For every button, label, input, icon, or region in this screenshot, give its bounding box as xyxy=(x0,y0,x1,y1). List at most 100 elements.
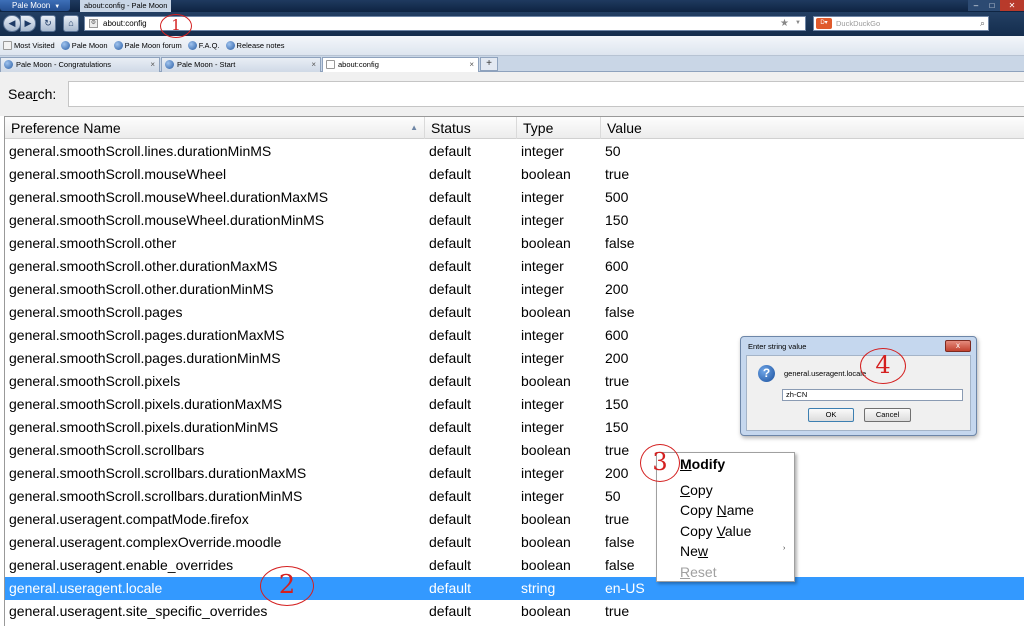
pref-type-cell: boolean xyxy=(521,557,571,573)
table-row[interactable]: general.smoothScroll.mouseWheel default bo… xyxy=(5,163,1024,186)
pref-status-cell: default xyxy=(429,603,472,619)
chevron-down-icon[interactable]: ▼ xyxy=(795,17,801,30)
table-row[interactable]: general.smoothScroll.scrollbars.duration… xyxy=(5,462,1024,485)
menu-item-copy[interactable]: Copy xyxy=(680,482,713,498)
pref-value-cell: 200 xyxy=(605,350,629,366)
menu-item-new[interactable]: New xyxy=(680,543,708,559)
back-button[interactable]: ◀ xyxy=(3,15,21,32)
url-bar[interactable]: ⚙ about:config ★ ▼ xyxy=(84,16,806,31)
app-menu-label: Pale Moon xyxy=(12,1,51,10)
table-row[interactable]: general.smoothScroll.mouseWheel.duration… xyxy=(5,209,1024,232)
table-row[interactable]: general.smoothScroll.scrollbars default bo… xyxy=(5,439,1024,462)
bookmark-pale-moon[interactable]: Pale Moon xyxy=(60,41,108,50)
pref-type-cell: boolean xyxy=(521,442,571,458)
pref-name-cell: general.smoothScroll.scrollbars xyxy=(9,442,205,458)
table-row[interactable]: general.smoothScroll.pages default boolean… xyxy=(5,301,1024,324)
dialog-close-button[interactable]: x xyxy=(945,340,971,352)
tab-about-config[interactable]: about:config × xyxy=(322,57,479,73)
pref-name-cell: general.smoothScroll.pages.durationMinMS xyxy=(9,350,281,366)
config-search-row: Search: xyxy=(0,72,1024,116)
tab-label: Pale Moon - Congratulations xyxy=(16,60,112,69)
pref-status-cell: default xyxy=(429,189,472,205)
cancel-button[interactable]: Cancel xyxy=(864,408,911,422)
menu-item-modify[interactable]: Modify xyxy=(680,456,725,472)
pref-name-cell: general.smoothScroll.mouseWheel.duration… xyxy=(9,212,325,228)
bookmark-star-icon[interactable]: ★ xyxy=(780,17,789,30)
pref-value-cell: 50 xyxy=(605,488,621,504)
pref-status-cell: default xyxy=(429,235,472,251)
table-row-selected[interactable]: general.useragent.locale default string en-… xyxy=(5,577,1024,600)
search-input[interactable] xyxy=(68,81,1024,107)
column-header-preference-name[interactable]: Preference Name ▲ xyxy=(5,117,425,139)
table-row[interactable]: general.useragent.site_specific_override… xyxy=(5,600,1024,623)
pref-type-cell: boolean xyxy=(521,166,571,182)
table-row[interactable]: general.smoothScroll.other.durationMinMS… xyxy=(5,278,1024,301)
column-header-type[interactable]: Type xyxy=(517,117,601,139)
pref-value-cell: true xyxy=(605,511,630,527)
pref-name-cell: general.smoothScroll.pixels.durationMinM… xyxy=(9,419,279,435)
pref-name-cell: general.smoothScroll.pages xyxy=(9,304,183,320)
new-tab-button[interactable]: + xyxy=(480,57,498,71)
pref-name-cell: general.smoothScroll.other.durationMaxMS xyxy=(9,258,278,274)
search-icon[interactable]: ⌕ xyxy=(980,17,985,30)
pref-name-cell: general.smoothScroll.other xyxy=(9,235,177,251)
column-header-status[interactable]: Status xyxy=(425,117,517,139)
dialog-pref-label: general.useragent.locale xyxy=(784,369,867,378)
search-label: Search: xyxy=(8,86,57,102)
reload-button[interactable]: ↻ xyxy=(40,15,56,32)
table-row[interactable]: general.smoothScroll.other default boolean… xyxy=(5,232,1024,255)
bookmark-faq[interactable]: F.A.Q. xyxy=(187,41,220,50)
pref-status-cell: default xyxy=(429,212,472,228)
table-row[interactable]: general.smoothScroll.other.durationMaxMS… xyxy=(5,255,1024,278)
column-header-value[interactable]: Value xyxy=(601,117,1024,139)
pref-value-cell: 150 xyxy=(605,396,629,412)
bookmark-pale-moon-forum[interactable]: Pale Moon forum xyxy=(113,41,182,50)
close-icon[interactable]: × xyxy=(469,58,474,72)
pref-status-cell: default xyxy=(429,281,472,297)
bookmark-most-visited[interactable]: Most Visited xyxy=(3,41,55,50)
menu-item-copy-name[interactable]: Copy Name xyxy=(680,502,754,518)
forward-button[interactable]: ▶ xyxy=(20,15,36,32)
pref-name-cell: general.useragent.site_specific_override… xyxy=(9,603,268,619)
window-controls: – □ ✕ xyxy=(968,0,1024,12)
pref-type-cell: integer xyxy=(521,327,564,343)
search-bar[interactable]: D▾ DuckDuckGo ⌕ xyxy=(813,16,989,31)
window-title: about:config - Pale Moon xyxy=(80,0,172,12)
table-row[interactable]: general.smoothScroll.lines.durationMinMS… xyxy=(5,140,1024,163)
ok-button[interactable]: OK xyxy=(808,408,854,422)
tab-congratulations[interactable]: Pale Moon - Congratulations × xyxy=(0,57,160,72)
app-menu-button[interactable]: Pale Moon ▼ xyxy=(0,0,70,11)
menu-item-reset: Reset xyxy=(680,564,717,580)
menu-item-copy-value[interactable]: Copy Value xyxy=(680,523,751,539)
pref-value-cell: 50 xyxy=(605,143,621,159)
pref-name-cell: general.smoothScroll.pixels.durationMaxM… xyxy=(9,396,283,412)
bookmark-release-notes[interactable]: Release notes xyxy=(225,41,285,50)
tab-start[interactable]: Pale Moon - Start × xyxy=(161,57,321,72)
table-header: Preference Name ▲ Status Type Value xyxy=(5,117,1024,139)
table-row[interactable]: general.useragent.complexOverride.moodle… xyxy=(5,531,1024,554)
question-icon: ? xyxy=(758,365,775,382)
title-bar: Pale Moon ▼ about:config - Pale Moon – □ … xyxy=(0,0,1024,12)
pref-value-cell: en-US xyxy=(605,580,645,596)
close-icon[interactable]: ✕ xyxy=(1000,0,1024,11)
bookmark-label: Most Visited xyxy=(14,41,55,50)
submenu-arrow-icon: › xyxy=(783,545,786,552)
home-button[interactable]: ⌂ xyxy=(63,15,79,32)
minimize-icon[interactable]: – xyxy=(968,0,984,11)
pref-type-cell: integer xyxy=(521,189,564,205)
pref-type-cell: boolean xyxy=(521,511,571,527)
table-row[interactable]: general.useragent.enable_overrides defaul… xyxy=(5,554,1024,577)
duckduckgo-icon[interactable]: D▾ xyxy=(816,18,832,29)
close-icon[interactable]: × xyxy=(150,58,155,72)
dialog-value-input[interactable]: zh-CN xyxy=(782,389,963,401)
table-row[interactable]: general.useragent.compatMode.firefox defa… xyxy=(5,508,1024,531)
dialog-title: Enter string value xyxy=(748,342,807,351)
table-row[interactable]: general.smoothScroll.mouseWheel.duration… xyxy=(5,186,1024,209)
maximize-icon[interactable]: □ xyxy=(984,0,1000,11)
chevron-down-icon: ▼ xyxy=(54,4,61,10)
pale-moon-icon xyxy=(225,41,235,50)
close-icon[interactable]: × xyxy=(311,58,316,72)
table-row[interactable]: general.smoothScroll.scrollbars.duration… xyxy=(5,485,1024,508)
page-icon xyxy=(326,60,335,69)
pref-status-cell: default xyxy=(429,488,472,504)
